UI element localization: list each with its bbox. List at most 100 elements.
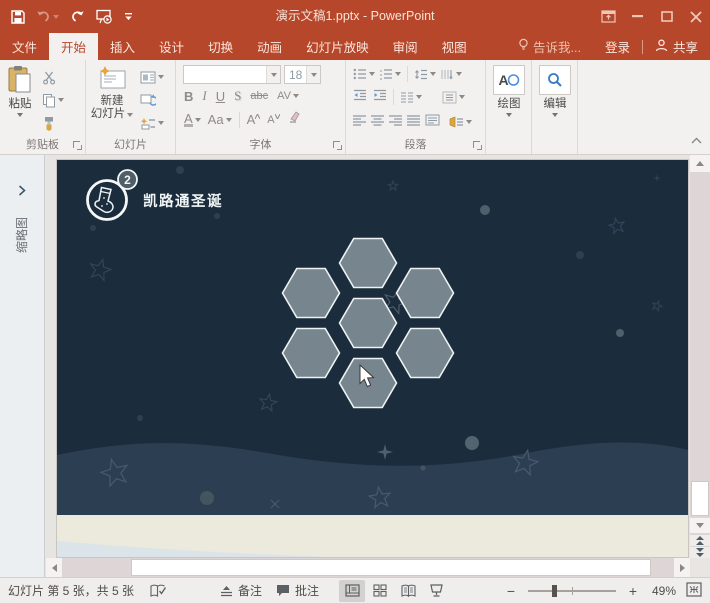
paragraph-dialog-launcher[interactable] <box>473 141 482 150</box>
scroll-right-button[interactable] <box>674 558 690 577</box>
ribbon-display-options-icon[interactable] <box>594 0 623 33</box>
thumbnail-pane-collapsed[interactable]: 缩略图 <box>0 155 45 577</box>
tab-transitions[interactable]: 切换 <box>196 33 245 60</box>
cut-button[interactable] <box>40 67 66 87</box>
font-size-dropdown-icon[interactable] <box>306 66 320 83</box>
italic-button[interactable]: I <box>202 88 206 104</box>
decrease-indent-button[interactable] <box>353 88 367 106</box>
tab-animations[interactable]: 动画 <box>245 33 294 60</box>
font-dialog-launcher[interactable] <box>333 141 342 150</box>
slide-decoration-dot <box>137 415 143 421</box>
paste-button[interactable]: 粘贴 <box>0 60 40 133</box>
scroll-up-button[interactable] <box>690 155 710 172</box>
drawing-icon: A <box>493 65 525 95</box>
text-shadow-button[interactable]: S <box>234 88 241 104</box>
group-drawing: A 绘图 <box>486 60 532 154</box>
grow-font-button[interactable]: A <box>247 112 261 127</box>
zoom-out-button[interactable]: − <box>504 583 518 599</box>
save-icon[interactable] <box>11 10 25 24</box>
smartart-button[interactable] <box>449 116 472 128</box>
add-section-button[interactable] <box>138 113 166 133</box>
start-slideshow-icon[interactable] <box>96 9 113 24</box>
slide-layout-button[interactable] <box>138 67 166 87</box>
expand-pane-icon[interactable] <box>18 183 26 201</box>
align-left-button[interactable] <box>353 113 366 131</box>
character-spacing-button[interactable]: AV <box>277 90 299 102</box>
align-right-button[interactable] <box>389 113 402 131</box>
slide-counter[interactable]: 幻灯片 第 5 张，共 5 张 <box>8 582 134 599</box>
group-label-font: 字体 <box>176 136 345 152</box>
clear-formatting-button[interactable] <box>287 110 301 129</box>
close-button[interactable] <box>681 0 710 33</box>
customize-qat-icon[interactable] <box>124 12 133 22</box>
normal-view-button[interactable] <box>339 580 365 602</box>
group-label-paragraph: 段落 <box>346 136 485 152</box>
slide-sorter-view-button[interactable] <box>367 580 393 602</box>
tab-review[interactable]: 审阅 <box>381 33 430 60</box>
tab-design[interactable]: 设计 <box>147 33 196 60</box>
tab-insert[interactable]: 插入 <box>98 33 147 60</box>
previous-slide-button[interactable] <box>690 535 710 546</box>
strikethrough-button[interactable]: abc <box>250 90 268 102</box>
line-spacing-button[interactable] <box>414 68 436 81</box>
comments-toggle[interactable]: 批注 <box>276 582 319 599</box>
align-text-button[interactable] <box>442 91 465 104</box>
fit-to-window-icon[interactable] <box>686 582 702 600</box>
drawing-button[interactable]: A 绘图 <box>486 60 532 117</box>
tab-sign-in[interactable]: 登录 <box>593 33 642 60</box>
change-case-button[interactable]: Aa <box>208 112 232 127</box>
minimize-button[interactable] <box>623 0 652 33</box>
new-slide-button[interactable]: 新建 幻灯片 <box>86 60 138 133</box>
tab-tell-me[interactable]: 告诉我... <box>506 33 593 60</box>
reading-view-button[interactable] <box>395 580 421 602</box>
tab-home[interactable]: 开始 <box>49 33 98 60</box>
font-name-dropdown-icon[interactable] <box>266 66 280 83</box>
bold-button[interactable]: B <box>184 89 193 104</box>
slide-title-text[interactable]: 凯路通圣诞 <box>143 192 223 210</box>
font-size-combobox[interactable]: 18 <box>284 65 321 84</box>
maximize-button[interactable] <box>652 0 681 33</box>
zoom-in-button[interactable]: + <box>626 583 640 599</box>
copy-button[interactable] <box>40 90 66 110</box>
horizontal-scrollbar-thumb[interactable] <box>131 559 651 576</box>
text-direction-button[interactable] <box>440 68 462 81</box>
vertical-scrollbar[interactable] <box>690 155 710 558</box>
zoom-slider[interactable] <box>528 584 616 598</box>
reset-slide-button[interactable] <box>138 90 166 110</box>
quick-access-toolbar <box>0 9 133 24</box>
align-center-button[interactable] <box>371 113 384 131</box>
collapse-ribbon-icon[interactable] <box>691 131 702 149</box>
underline-button[interactable]: U <box>216 89 225 104</box>
tab-slideshow[interactable]: 幻灯片放映 <box>294 33 381 60</box>
distribute-button[interactable] <box>425 113 440 131</box>
font-name-combobox[interactable] <box>183 65 281 84</box>
horizontal-scrollbar[interactable] <box>46 558 690 577</box>
numbering-button[interactable] <box>379 68 401 80</box>
scroll-down-button[interactable] <box>690 518 710 533</box>
next-slide-button[interactable] <box>690 547 710 558</box>
clipboard-dialog-launcher[interactable] <box>73 141 82 150</box>
format-painter-button[interactable] <box>40 113 66 133</box>
slide-canvas[interactable]: 2 凯路通圣诞 <box>57 160 688 557</box>
zoom-slider-thumb[interactable] <box>552 585 557 597</box>
columns-button[interactable] <box>400 91 422 103</box>
slideshow-view-button[interactable] <box>423 580 449 602</box>
justify-button[interactable] <box>407 113 420 131</box>
share-button[interactable]: 共享 <box>643 33 710 60</box>
scroll-left-button[interactable] <box>46 558 62 577</box>
redo-icon[interactable] <box>70 10 85 23</box>
tab-file[interactable]: 文件 <box>0 33 49 60</box>
undo-icon[interactable] <box>36 10 59 23</box>
group-paragraph: 段落 <box>346 60 486 154</box>
shrink-font-button[interactable]: A <box>267 114 279 126</box>
editing-button[interactable]: 编辑 <box>532 60 578 117</box>
vertical-scrollbar-thumb[interactable] <box>691 481 709 516</box>
lightbulb-icon <box>518 38 529 55</box>
spell-check-icon[interactable] <box>150 584 166 598</box>
tab-view[interactable]: 视图 <box>430 33 479 60</box>
zoom-level[interactable]: 49% <box>652 584 676 598</box>
notes-toggle[interactable]: 备注 <box>220 582 262 599</box>
font-color-button[interactable]: A <box>184 113 201 127</box>
bullets-button[interactable] <box>353 68 375 80</box>
increase-indent-button[interactable] <box>373 88 387 106</box>
